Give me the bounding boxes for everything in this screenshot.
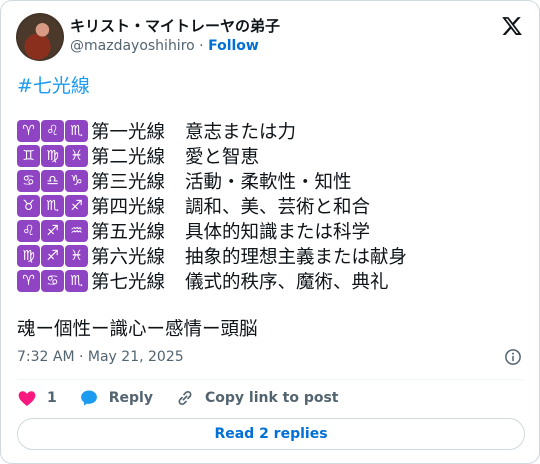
like-button[interactable]: 1 bbox=[17, 388, 57, 408]
read-replies-button[interactable]: Read 2 replies bbox=[17, 418, 525, 450]
zodiac-icon: ♐ bbox=[41, 219, 64, 242]
zodiac-icon: ♉ bbox=[17, 194, 40, 217]
ray-row: ♉ ♏ ♐ 第四光線 調和、美、芸術と和合 bbox=[17, 193, 407, 218]
zodiac-icon: ♏ bbox=[65, 269, 88, 292]
zodiac-icon: ♏ bbox=[65, 119, 88, 142]
ray-row: ♌ ♐ ♒ 第五光線 具体的知識または科学 bbox=[17, 218, 407, 243]
zodiac-icon: ♓ bbox=[65, 144, 88, 167]
ray-label: 第七光線 bbox=[91, 271, 166, 293]
post-card: キリスト・マイトレーヤの弟子 @mazdayoshihiro · Follow … bbox=[0, 0, 540, 464]
avatar[interactable] bbox=[16, 13, 64, 61]
divider bbox=[17, 379, 523, 380]
post-timestamp[interactable]: 7:32 AM · May 21, 2025 bbox=[17, 349, 184, 365]
heart-icon bbox=[18, 391, 36, 406]
reply-label: Reply bbox=[108, 390, 153, 406]
ray-label: 第五光線 bbox=[91, 221, 166, 243]
post-text-line: 魂ー個性ー識心ー感情ー頭脳 bbox=[17, 319, 258, 340]
zodiac-icon: ♈ bbox=[17, 269, 40, 292]
x-logo-icon[interactable] bbox=[501, 15, 523, 37]
ray-row: ♊ ♍ ♓ 第二光線 愛と智恵 bbox=[17, 143, 407, 168]
ray-row: ♈ ♋ ♏ 第七光線 儀式的秩序、魔術、典礼 bbox=[17, 268, 407, 293]
follow-button[interactable]: Follow bbox=[208, 38, 259, 54]
reply-bubble-icon bbox=[80, 390, 97, 406]
ray-list: ♈ ♌ ♏ 第一光線 意志または力 ♊ ♍ ♓ 第二光線 愛と智恵 ♋ ♎ ♑ … bbox=[17, 118, 407, 293]
author-name[interactable]: キリスト・マイトレーヤの弟子 bbox=[70, 15, 280, 36]
ray-description: 儀式的秩序、魔術、典礼 bbox=[185, 271, 389, 293]
zodiac-icon: ♏ bbox=[41, 194, 64, 217]
ray-label: 第三光線 bbox=[91, 171, 166, 193]
zodiac-icon: ♎ bbox=[41, 169, 64, 192]
action-bar: 1 Reply Copy link to post bbox=[17, 387, 361, 409]
ray-row: ♍ ♐ ♓ 第六光線 抽象的理想主義または献身 bbox=[17, 243, 407, 268]
zodiac-icon: ♐ bbox=[65, 194, 88, 217]
ray-label: 第六光線 bbox=[91, 246, 166, 268]
ray-description: 意志または力 bbox=[185, 121, 297, 143]
zodiac-icon: ♊ bbox=[17, 144, 40, 167]
ray-label: 第四光線 bbox=[91, 196, 166, 218]
zodiac-icon: ♋ bbox=[41, 269, 64, 292]
like-count: 1 bbox=[47, 390, 57, 406]
zodiac-icon: ♑ bbox=[65, 169, 88, 192]
link-icon bbox=[178, 390, 192, 406]
ray-row: ♈ ♌ ♏ 第一光線 意志または力 bbox=[17, 118, 407, 143]
zodiac-icon: ♌ bbox=[17, 219, 40, 242]
zodiac-icon: ♈ bbox=[17, 119, 40, 142]
copy-link-label: Copy link to post bbox=[204, 390, 339, 406]
zodiac-icon: ♍ bbox=[17, 244, 40, 267]
ray-row: ♋ ♎ ♑ 第三光線 活動・柔軟性・知性 bbox=[17, 168, 407, 193]
separator: · bbox=[199, 38, 204, 54]
zodiac-icon: ♓ bbox=[65, 244, 88, 267]
ray-description: 具体的知識または科学 bbox=[185, 221, 371, 243]
copy-link-button[interactable]: Copy link to post bbox=[175, 388, 339, 408]
ray-description: 活動・柔軟性・知性 bbox=[185, 171, 352, 193]
zodiac-icon: ♒ bbox=[65, 219, 88, 242]
zodiac-icon: ♋ bbox=[17, 169, 40, 192]
ray-description: 調和、美、芸術と和合 bbox=[185, 196, 371, 218]
ray-label: 第一光線 bbox=[91, 121, 166, 143]
zodiac-icon: ♐ bbox=[41, 244, 64, 267]
zodiac-icon: ♌ bbox=[41, 119, 64, 142]
ray-label: 第二光線 bbox=[91, 146, 166, 168]
zodiac-icon: ♍ bbox=[41, 144, 64, 167]
author-handle[interactable]: @mazdayoshihiro bbox=[70, 38, 195, 54]
author-handle-row: @mazdayoshihiro · Follow bbox=[70, 38, 259, 54]
ray-description: 抽象的理想主義または献身 bbox=[185, 246, 408, 268]
reply-button[interactable]: Reply bbox=[79, 388, 153, 408]
ray-description: 愛と智恵 bbox=[185, 146, 260, 168]
hashtag-link[interactable]: #七光線 bbox=[17, 71, 90, 98]
info-icon[interactable] bbox=[504, 348, 522, 366]
